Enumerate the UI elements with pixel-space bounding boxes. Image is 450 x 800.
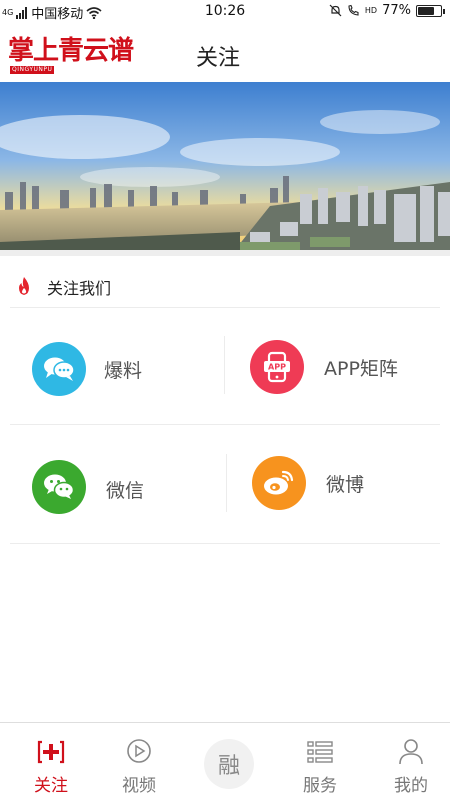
banner-image[interactable] (0, 82, 450, 256)
user-icon (399, 739, 423, 765)
follow-section-header: 关注我们 (0, 262, 450, 308)
tab-fusion[interactable]: 融 (184, 723, 274, 800)
weibo-icon (252, 456, 306, 510)
tab-label: 服务 (303, 776, 337, 796)
list-icon (307, 741, 333, 763)
flame-icon (19, 277, 29, 295)
app-phone-icon: APP (250, 340, 304, 394)
battery-percent: 77% (382, 3, 411, 18)
app-header: 掌上青云谱 QINGYUNPU 关注 (0, 26, 450, 82)
follow-item-wechat[interactable]: 微信 (10, 432, 210, 532)
section-title: 关注我们 (47, 279, 112, 298)
divider (10, 543, 440, 544)
follow-item-label: 爆料 (104, 360, 143, 382)
tab-label: 关注 (34, 776, 68, 796)
status-right: HD 77% (329, 3, 445, 18)
vertical-divider (226, 454, 227, 512)
app-logo: 掌上青云谱 QINGYUNPU (8, 36, 148, 76)
bottom-tab-bar: 关注 视频 融 服务 我的 (0, 722, 450, 800)
tab-label: 融 (217, 754, 240, 779)
mute-bell-icon (329, 4, 342, 17)
tab-video[interactable]: 视频 (94, 723, 184, 800)
tab-services[interactable]: 服务 (275, 723, 365, 800)
divider (10, 307, 440, 308)
plus-bracket-icon (37, 740, 65, 764)
volte-label: HD (364, 6, 378, 15)
call-icon (348, 4, 359, 16)
follow-item-label: 微信 (106, 480, 145, 502)
chat-bubbles-icon (32, 342, 86, 396)
divider (10, 424, 440, 425)
play-icon (127, 739, 151, 763)
follow-item-baoliao[interactable]: 爆料 (10, 316, 210, 416)
tab-follow[interactable]: 关注 (6, 723, 96, 800)
wechat-icon (32, 460, 86, 514)
page-title: 关注 (196, 46, 241, 71)
tab-mine[interactable]: 我的 (366, 723, 450, 800)
logo-text: 掌上青云谱 (8, 36, 134, 66)
follow-item-app-matrix[interactable]: APP APP矩阵 (230, 316, 430, 416)
battery-icon (416, 4, 445, 17)
follow-item-label: APP矩阵 (324, 358, 398, 380)
vertical-divider (224, 336, 225, 394)
status-bar: 4G 中国移动 10:26 HD 77% (0, 0, 450, 24)
battery-level (418, 6, 434, 15)
svg-text:APP: APP (268, 363, 286, 372)
city-skyline-image (0, 82, 450, 256)
tab-label: 我的 (394, 776, 428, 796)
fusion-icon: 融 (204, 739, 254, 789)
follow-item-weibo[interactable]: 微博 (230, 432, 430, 532)
tab-label: 视频 (122, 776, 156, 796)
follow-item-label: 微博 (326, 474, 365, 496)
logo-subtext: QINGYUNPU (10, 66, 55, 74)
